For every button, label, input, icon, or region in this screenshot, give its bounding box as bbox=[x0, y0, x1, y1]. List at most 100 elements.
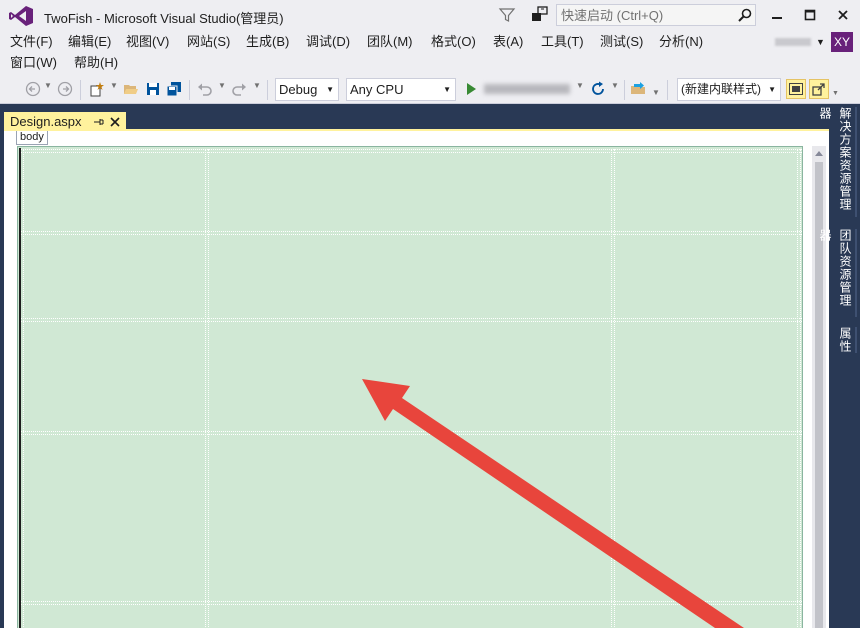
vertical-scrollbar[interactable] bbox=[812, 146, 826, 628]
menu-format[interactable]: 格式(O) bbox=[431, 32, 476, 52]
menu-debug[interactable]: 调试(D) bbox=[306, 32, 350, 52]
refresh-button[interactable] bbox=[589, 80, 607, 98]
maximize-button[interactable] bbox=[797, 4, 823, 26]
title-bar: TwoFish - Microsoft Visual Studio(管理员) bbox=[0, 0, 860, 32]
open-button[interactable] bbox=[122, 80, 140, 98]
menu-help[interactable]: 帮助(H) bbox=[74, 53, 118, 73]
close-window-button[interactable] bbox=[830, 4, 856, 26]
overflow-icon[interactable]: ▼ bbox=[652, 88, 660, 97]
debug-target-blurred[interactable] bbox=[484, 84, 570, 94]
save-all-button[interactable] bbox=[165, 80, 183, 98]
side-tab-indicator bbox=[855, 107, 857, 217]
text-caret bbox=[19, 148, 21, 628]
filter-icon[interactable] bbox=[498, 6, 516, 24]
tag-selector-body[interactable]: body bbox=[16, 131, 48, 145]
open-icon bbox=[124, 85, 138, 94]
minimize-button[interactable] bbox=[764, 4, 790, 26]
tab-team-explorer[interactable]: 团队资源管理器 bbox=[818, 229, 855, 319]
side-tab-indicator bbox=[855, 229, 857, 317]
play-icon bbox=[467, 83, 476, 95]
back-dropdown-icon[interactable]: ▼ bbox=[44, 81, 52, 90]
show-overlay-button[interactable] bbox=[786, 79, 806, 99]
side-tab-indicator bbox=[855, 327, 857, 353]
table-column-border bbox=[205, 149, 209, 628]
forward-icon bbox=[57, 81, 73, 97]
browser-link-button[interactable] bbox=[630, 80, 648, 98]
close-icon[interactable] bbox=[108, 115, 122, 129]
menu-build[interactable]: 生成(B) bbox=[246, 32, 289, 52]
toolbar-separator bbox=[624, 80, 625, 100]
design-surface[interactable]: body bbox=[4, 131, 829, 628]
table-column-border bbox=[611, 149, 615, 628]
quick-launch-box[interactable] bbox=[556, 4, 756, 26]
account-dropdown-icon[interactable]: ▼ bbox=[816, 32, 825, 52]
menu-edit[interactable]: 编辑(E) bbox=[68, 32, 111, 52]
window-title: TwoFish - Microsoft Visual Studio(管理员) bbox=[44, 11, 284, 26]
back-button[interactable] bbox=[24, 80, 42, 98]
new-project-dropdown-icon[interactable]: ▼ bbox=[110, 81, 118, 90]
menu-website[interactable]: 网站(S) bbox=[187, 32, 230, 52]
feedback-icon[interactable] bbox=[529, 5, 549, 25]
refresh-icon bbox=[592, 81, 604, 95]
toolbar-separator bbox=[80, 80, 81, 100]
pin-icon[interactable] bbox=[91, 115, 105, 129]
menu-analyze[interactable]: 分析(N) bbox=[659, 32, 703, 52]
table-row-border bbox=[20, 431, 802, 435]
target-schema-button[interactable] bbox=[809, 79, 829, 99]
browser-link-icon bbox=[631, 82, 645, 94]
back-icon bbox=[25, 81, 41, 97]
tab-label: Design.aspx bbox=[10, 114, 82, 129]
side-tool-tabs: 解决方案资源管理器 团队资源管理器 属性 bbox=[818, 105, 860, 628]
minimize-icon bbox=[772, 17, 782, 19]
menu-bar: 文件(F) 编辑(E) 视图(V) 网站(S) 生成(B) 调试(D) 团队(M… bbox=[0, 32, 860, 76]
menu-tools[interactable]: 工具(T) bbox=[541, 32, 584, 52]
search-icon[interactable] bbox=[737, 7, 753, 23]
save-button[interactable] bbox=[144, 80, 162, 98]
avatar[interactable]: XY bbox=[831, 32, 853, 52]
new-project-icon bbox=[90, 82, 104, 97]
menu-table[interactable]: 表(A) bbox=[493, 32, 523, 52]
toolbar-separator bbox=[667, 80, 668, 100]
undo-button[interactable] bbox=[196, 80, 214, 98]
solution-platform-value: Any CPU bbox=[350, 82, 404, 97]
toolbar-overflow-icon[interactable]: ▼ bbox=[832, 90, 839, 97]
scroll-up-button[interactable] bbox=[812, 146, 826, 160]
table-row-border bbox=[20, 601, 802, 605]
toolbar-separator bbox=[189, 80, 190, 100]
refresh-dropdown-icon[interactable]: ▼ bbox=[611, 81, 619, 90]
table-row-border bbox=[20, 231, 802, 235]
new-project-button[interactable] bbox=[87, 80, 105, 98]
tab-properties[interactable]: 属性 bbox=[835, 327, 855, 357]
maximize-icon bbox=[804, 9, 816, 21]
close-icon bbox=[838, 10, 848, 20]
solution-platform-select[interactable]: Any CPU ▼ bbox=[346, 78, 456, 101]
menu-view[interactable]: 视图(V) bbox=[126, 32, 169, 52]
tab-solution-explorer[interactable]: 解决方案资源管理器 bbox=[818, 107, 855, 219]
redo-dropdown-icon[interactable]: ▼ bbox=[253, 81, 261, 90]
quick-launch-input[interactable] bbox=[557, 5, 735, 25]
table-row-border bbox=[20, 149, 802, 153]
redo-button[interactable] bbox=[230, 80, 248, 98]
account-name-blurred[interactable] bbox=[775, 38, 811, 46]
start-debug-button[interactable] bbox=[462, 80, 480, 98]
target-schema-icon bbox=[812, 83, 825, 96]
menu-team[interactable]: 团队(M) bbox=[367, 32, 413, 52]
save-all-icon bbox=[166, 82, 181, 97]
menu-window[interactable]: 窗口(W) bbox=[10, 53, 57, 73]
menu-file[interactable]: 文件(F) bbox=[10, 32, 53, 52]
debug-target-dropdown-icon[interactable]: ▼ bbox=[576, 81, 584, 90]
undo-icon bbox=[198, 83, 212, 96]
undo-dropdown-icon[interactable]: ▼ bbox=[218, 81, 226, 90]
design-table[interactable] bbox=[17, 146, 803, 628]
standard-toolbar: ▼ ▼ ▼ ▼ Debug ▼ Any CPU ▼ ▼ ▼ ▼ (新建内联样式)… bbox=[0, 76, 860, 104]
menu-test[interactable]: 测试(S) bbox=[600, 32, 643, 52]
table-column-border bbox=[797, 149, 801, 628]
visual-studio-logo-icon bbox=[9, 6, 33, 26]
show-overlay-icon bbox=[789, 83, 803, 95]
toolbar-separator bbox=[267, 80, 268, 100]
style-application-value: (新建内联样式) bbox=[681, 82, 761, 96]
forward-button[interactable] bbox=[56, 80, 74, 98]
solution-configuration-value: Debug bbox=[279, 82, 318, 97]
style-application-select[interactable]: (新建内联样式) ▼ bbox=[677, 78, 781, 101]
solution-configuration-select[interactable]: Debug ▼ bbox=[275, 78, 339, 101]
